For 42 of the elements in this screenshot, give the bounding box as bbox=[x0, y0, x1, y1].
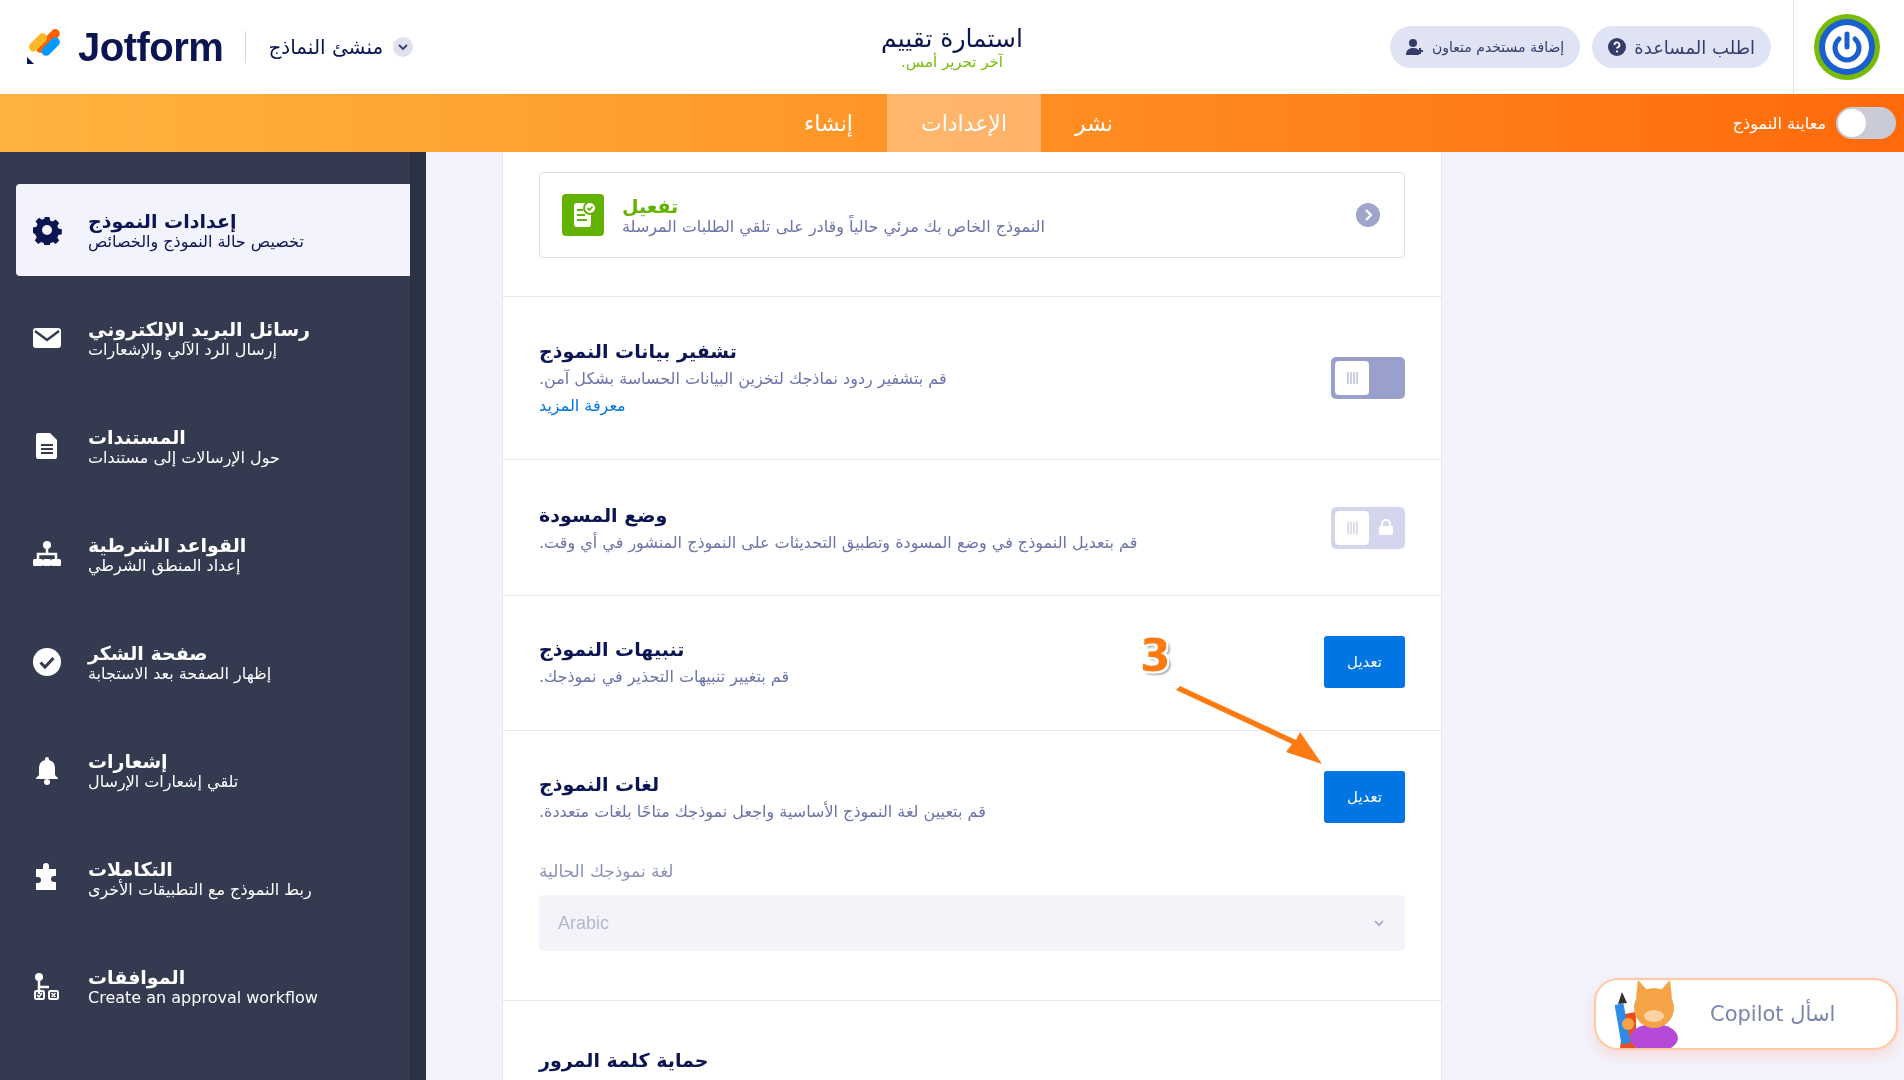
invite-button[interactable]: إضافة مستخدم متعاون bbox=[1390, 26, 1581, 68]
help-button[interactable]: اطلب المساعدة bbox=[1592, 26, 1771, 68]
sidebar-item-title: المستندات bbox=[88, 425, 186, 448]
setting-description: قم بتعيين لغة النموذج الأساسية واجعل نموذجك متاحًا بلغات متعددة. bbox=[539, 800, 986, 824]
status-description: النموذج الخاص بك مرئي حالياً وقادر على تلقي الطلبات المرسلة bbox=[622, 216, 1045, 236]
sidebar-item[interactable]: التكاملات ربط النموذج مع التطبيقات الأخرى bbox=[16, 832, 410, 924]
learn-more-link[interactable]: معرفة المزيد bbox=[539, 392, 626, 420]
sidebar-item-title: إعدادات النموذج bbox=[88, 209, 237, 232]
field-label: لغة نموذجك الحالية bbox=[539, 861, 674, 881]
builder-menu[interactable]: منشئ النماذج bbox=[268, 35, 384, 59]
status-box[interactable]: تفعيل النموذج الخاص بك مرئي حالياً وقادر على تلقي الطلبات المرسلة bbox=[539, 172, 1405, 258]
preview-label: معاينة النموذج bbox=[1732, 113, 1826, 133]
sidebar-item-title: الموافقات bbox=[88, 965, 186, 988]
sidebar-item-title: صفحة الشكر bbox=[88, 641, 208, 664]
sidebar-item[interactable]: القواعد الشرطية إعداد المنطق الشرطي bbox=[16, 508, 410, 600]
copilot-button[interactable]: اسأل Copilot bbox=[1594, 978, 1898, 1050]
sidebar-item-title: القواعد الشرطية bbox=[88, 533, 247, 556]
status-title: تفعيل bbox=[622, 194, 679, 217]
setting-description: قم بتشفير ردود نماذجك لتخزين البيانات الحساسة بشكل آمن. bbox=[539, 368, 947, 391]
sidebar-item-title: إشعارات bbox=[88, 749, 168, 772]
form-title: استمارة تقييم bbox=[881, 23, 1023, 53]
sidebar-item[interactable]: المستندات حول الإرسالات إلى مستندات bbox=[16, 400, 410, 492]
sidebar-item-title: رسائل البريد الإلكتروني bbox=[88, 317, 310, 340]
edit-button[interactable]: تعديل bbox=[1324, 636, 1405, 688]
sidebar-item-title: التكاملات bbox=[88, 857, 173, 880]
setting-title: تشفير بيانات النموذج bbox=[539, 339, 737, 365]
sidebar-item[interactable]: إعدادات النموذج تخصيص حالة النموذج والخصائص bbox=[16, 184, 410, 276]
setting-title: لغات النموذج bbox=[539, 772, 660, 798]
setting-description: قم بتعديل النموذج في وضع المسودة وتطبيق التحديثات على النموذج المنشور في أي وقت. bbox=[539, 531, 1138, 555]
annotation-number: 3 bbox=[1140, 634, 1171, 678]
edit-button[interactable]: تعديل bbox=[1324, 771, 1405, 823]
setting-title: تنبيهات النموذج bbox=[539, 637, 685, 663]
sidebar-item[interactable]: صفحة الشكر إظهار الصفحة بعد الاستجابة bbox=[16, 616, 410, 708]
setting-description: قم بتغيير تنبيهات التحذير في نموذجك. bbox=[539, 666, 790, 689]
sidebar-item-subtitle: ربط النموذج مع التطبيقات الأخرى bbox=[88, 879, 312, 899]
setting-title: وضع المسودة bbox=[539, 502, 668, 529]
sidebar-item-subtitle: حول الإرسالات إلى مستندات bbox=[88, 447, 280, 467]
sidebar-item[interactable]: إشعارات تلقي إشعارات الإرسال bbox=[16, 724, 410, 816]
logo-text[interactable]: Jotform bbox=[78, 24, 224, 70]
setting-title: حماية كلمة المرور bbox=[539, 1048, 709, 1074]
sidebar-item[interactable]: رسائل البريد الإلكتروني إرسال الرد الآلي والإشعارات bbox=[16, 292, 410, 384]
last-edited-text: آخر تحرير أمس. bbox=[901, 52, 1003, 71]
